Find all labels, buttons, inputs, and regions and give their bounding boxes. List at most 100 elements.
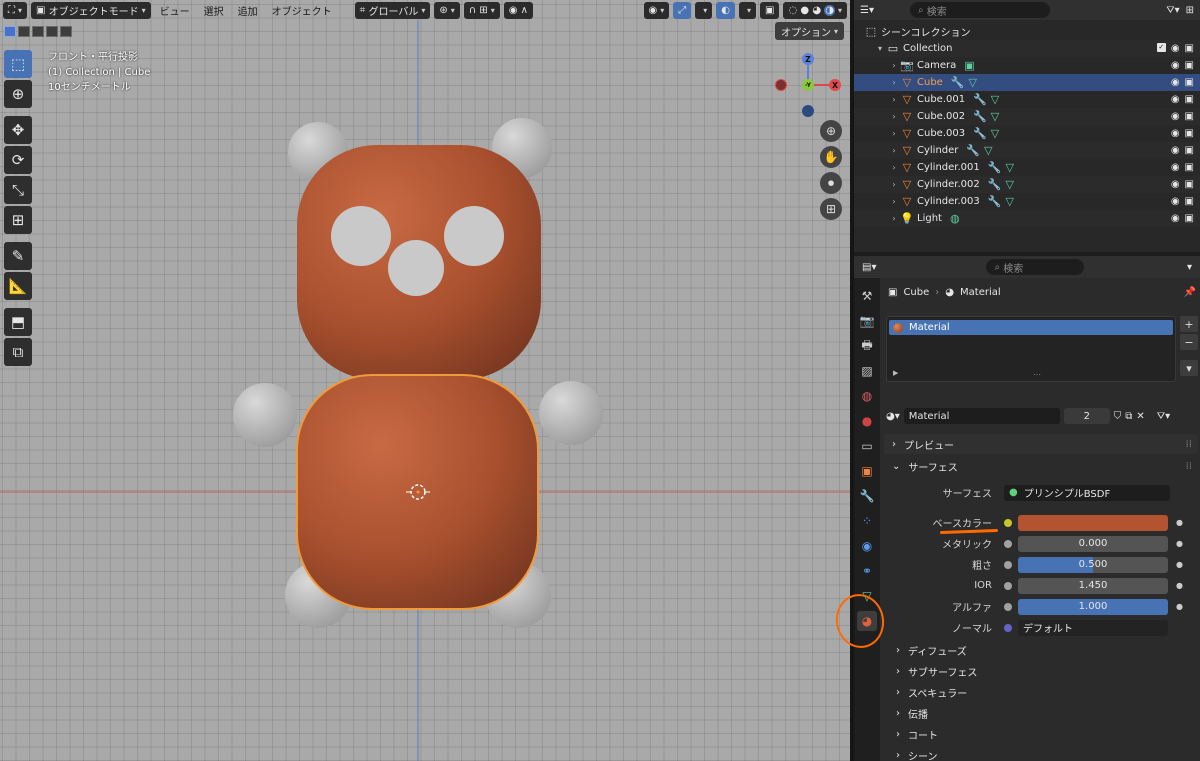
- transform-orientation-selector[interactable]: ⌗ グローバル ▾: [354, 2, 431, 19]
- gizmo-toggle-button[interactable]: ⤢: [673, 2, 692, 19]
- menu-add[interactable]: 追加: [233, 3, 263, 18]
- material-slot-list[interactable]: Material ▶ ⋯: [886, 316, 1176, 382]
- modifier-wrench-icon[interactable]: 🔧: [973, 110, 987, 123]
- camera-render-icon[interactable]: ▣: [1185, 77, 1194, 88]
- 3d-viewport[interactable]: ⛶ ▾ ▣ オブジェクトモード ▾ ビュー 選択 追加 オブジェクト ⌗ グローバル…: [0, 0, 850, 761]
- mesh-data-icon[interactable]: ▽: [991, 127, 999, 140]
- eye-icon[interactable]: ◉: [1171, 43, 1180, 54]
- mesh-data-icon[interactable]: ▽: [969, 76, 977, 89]
- camera-render-icon[interactable]: ▣: [1185, 145, 1194, 156]
- eye-icon[interactable]: ◉: [1171, 77, 1180, 88]
- remove-slot-button[interactable]: −: [1180, 334, 1198, 350]
- camera-render-icon[interactable]: ▣: [1185, 94, 1194, 105]
- expand-arrow-icon[interactable]: ▾: [874, 44, 886, 53]
- overlay-dropdown[interactable]: ▾: [739, 2, 757, 19]
- gizmo-dropdown[interactable]: ▾: [695, 2, 713, 19]
- physics-tab-icon[interactable]: ◉: [857, 536, 877, 556]
- render-tab-icon[interactable]: 📷: [857, 311, 877, 331]
- xray-button[interactable]: ▣: [760, 2, 780, 19]
- mesh-data-icon[interactable]: ▽: [1005, 195, 1013, 208]
- expand-arrow-icon[interactable]: ›: [888, 61, 900, 70]
- dropdown-icon[interactable]: ▾: [1187, 262, 1192, 273]
- keyframe-dot-icon[interactable]: ●: [1176, 581, 1183, 590]
- overlay-toggle-button[interactable]: ◐: [716, 2, 736, 19]
- select-extend-icon[interactable]: [18, 26, 30, 37]
- gizmo-neg-x-axis[interactable]: [775, 79, 787, 91]
- normal-field[interactable]: デフォルト: [1018, 619, 1168, 636]
- outliner-row-object[interactable]: › ▽ Cube.001 🔧 ▽ ◉ ▣: [854, 91, 1200, 108]
- camera-render-icon[interactable]: ▣: [1185, 179, 1194, 190]
- mesh-data-icon[interactable]: ▽: [1005, 178, 1013, 191]
- outliner-row-scene-collection[interactable]: ⬚ シーンコレクション: [854, 23, 1200, 40]
- subpanel-header[interactable]: › シーン: [884, 745, 1198, 761]
- material-slot-item[interactable]: Material: [889, 320, 1173, 335]
- wireframe-shading-icon[interactable]: ◌: [788, 5, 797, 16]
- properties-search-input[interactable]: ⌕ 検索: [986, 259, 1085, 275]
- add-cube-tool-icon[interactable]: ⬒: [4, 308, 32, 336]
- world-tab-icon[interactable]: ●: [857, 411, 877, 431]
- outliner-row-object[interactable]: › ▽ Cube.002 🔧 ▽ ◉ ▣: [854, 108, 1200, 125]
- menu-select[interactable]: 選択: [199, 3, 229, 18]
- scale-tool-icon[interactable]: ⤡: [4, 176, 32, 204]
- link-filter-icon[interactable]: ⛛▾: [1157, 411, 1170, 422]
- outliner-row-object[interactable]: › ▽ Cube.003 🔧 ▽ ◉ ▣: [854, 125, 1200, 142]
- eye-icon[interactable]: ◉: [1171, 145, 1180, 156]
- pin-icon[interactable]: 📌: [1184, 287, 1196, 298]
- eye-icon[interactable]: ◉: [1171, 162, 1180, 173]
- camera-render-icon[interactable]: ▣: [1185, 43, 1194, 54]
- expand-arrow-icon[interactable]: ›: [888, 180, 900, 189]
- resize-handle-icon[interactable]: ⋯: [1033, 370, 1041, 379]
- eye-icon[interactable]: ◉: [1171, 179, 1180, 190]
- material-shading-icon[interactable]: ◕: [812, 5, 821, 16]
- navigation-gizmo[interactable]: Z X -Y: [770, 50, 846, 120]
- shader-selector[interactable]: ● プリンシプルBSDF: [1004, 484, 1170, 501]
- expand-arrow-icon[interactable]: ›: [888, 197, 900, 206]
- view-layer-tab-icon[interactable]: ▨: [857, 361, 877, 381]
- mode-selector[interactable]: ▣ オブジェクトモード ▾: [31, 2, 151, 19]
- mesh-data-icon[interactable]: ▽: [991, 93, 999, 106]
- scene-canvas[interactable]: [0, 0, 850, 761]
- gizmo-z-axis[interactable]: Z: [802, 53, 814, 65]
- annotate-tool-icon[interactable]: ✎: [4, 242, 32, 270]
- menu-object[interactable]: オブジェクト: [267, 3, 337, 18]
- eye-icon[interactable]: ◉: [1171, 111, 1180, 122]
- surface-panel-header[interactable]: ⌄ サーフェス ⁞⁞: [884, 456, 1198, 476]
- fake-user-shield-icon[interactable]: ⛉: [1114, 411, 1122, 422]
- filter-icon[interactable]: ⛛▾: [1166, 5, 1179, 16]
- hand-pan-icon[interactable]: ✋: [820, 146, 842, 168]
- browse-material-icon[interactable]: ◕▾: [886, 411, 900, 422]
- expand-arrow-icon[interactable]: ›: [888, 214, 900, 223]
- outliner-search-input[interactable]: ⌕ 検索: [909, 2, 1050, 18]
- outliner-row-collection[interactable]: ▾ ▭ Collection ✓ ◉ ▣: [854, 40, 1200, 57]
- camera-data-icon[interactable]: ▣: [964, 59, 974, 72]
- modifier-tab-icon[interactable]: 🔧: [857, 486, 877, 506]
- expand-arrow-icon[interactable]: ›: [888, 146, 900, 155]
- color-socket-icon[interactable]: [1004, 518, 1012, 527]
- float-socket-icon[interactable]: [1004, 560, 1012, 569]
- new-collection-icon[interactable]: ⊞: [1186, 5, 1194, 16]
- pivot-point-button[interactable]: ⊛ ▾: [434, 2, 460, 19]
- mesh-data-icon[interactable]: ▽: [1005, 161, 1013, 174]
- gizmo-neg-z-axis[interactable]: [802, 105, 814, 117]
- properties-editor-icon[interactable]: ▤▾: [862, 262, 876, 273]
- scene-tab-icon[interactable]: ◍: [857, 386, 877, 406]
- outliner-row-object[interactable]: › ▽ Cylinder.001 🔧 ▽ ◉ ▣: [854, 159, 1200, 176]
- keyframe-dot-icon[interactable]: ●: [1176, 518, 1183, 527]
- output-tab-icon[interactable]: 🖶: [857, 336, 877, 356]
- unlink-material-icon[interactable]: ✕: [1136, 411, 1144, 422]
- float-socket-icon[interactable]: [1004, 539, 1012, 548]
- object-tab-icon[interactable]: ▣: [857, 461, 877, 481]
- select-new-icon[interactable]: [4, 26, 16, 37]
- outliner-row-object[interactable]: › ▽ Cylinder 🔧 ▽ ◉ ▣: [854, 142, 1200, 159]
- eye-icon[interactable]: ◉: [1171, 196, 1180, 207]
- modifier-wrench-icon[interactable]: 🔧: [966, 144, 980, 157]
- snap-button[interactable]: ∩ ⊞ ▾: [463, 2, 500, 19]
- subpanel-header[interactable]: › 伝播: [884, 703, 1198, 723]
- camera-view-icon[interactable]: ⏺: [820, 172, 842, 194]
- expand-arrow-icon[interactable]: ›: [888, 129, 900, 138]
- modifier-wrench-icon[interactable]: 🔧: [988, 195, 1002, 208]
- modifier-wrench-icon[interactable]: 🔧: [951, 76, 965, 89]
- base-color-swatch[interactable]: [1018, 514, 1168, 531]
- outliner-row-object[interactable]: › ▽ Cylinder.003 🔧 ▽ ◉ ▣: [854, 193, 1200, 210]
- float-socket-icon[interactable]: [1004, 581, 1012, 590]
